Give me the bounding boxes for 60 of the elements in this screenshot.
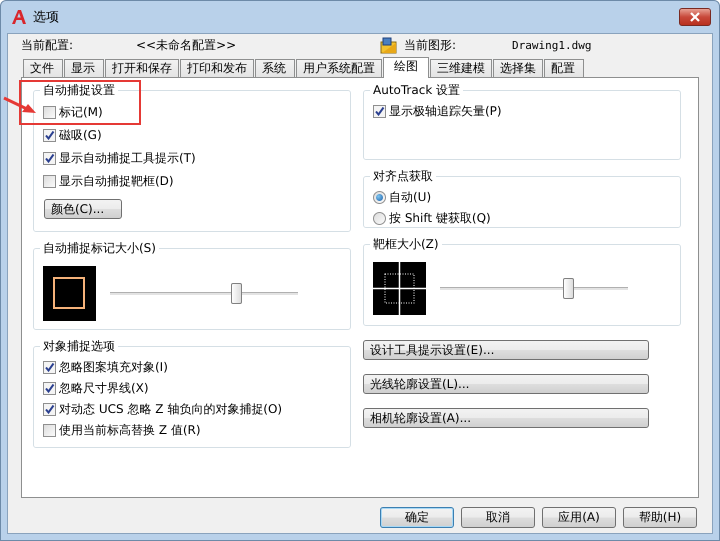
- radio-label[interactable]: 按 Shift 键获取(Q): [389, 210, 491, 227]
- group-title: 对齐点获取: [372, 168, 434, 185]
- checkbox-label[interactable]: 忽略尺寸界线(X): [59, 380, 149, 397]
- group-title: 自动捕捉标记大小(S): [42, 240, 157, 257]
- tab[interactable]: 打印和发布: [180, 59, 254, 77]
- radio-button[interactable]: [373, 212, 386, 225]
- dialog-button[interactable]: 应用(A): [542, 507, 616, 528]
- checkbox[interactable]: [43, 129, 56, 142]
- group-title: 自动捕捉设置: [42, 82, 116, 99]
- group-title: 对象捕捉选项: [42, 338, 116, 355]
- app-logo-icon: [11, 9, 27, 25]
- close-button[interactable]: [679, 8, 711, 26]
- window-title: 选项: [33, 9, 59, 26]
- checkbox-label[interactable]: 磁吸(G): [59, 127, 102, 144]
- tab[interactable]: 选择集: [493, 59, 543, 77]
- tab[interactable]: 系统: [255, 59, 295, 77]
- checkbox[interactable]: [43, 403, 56, 416]
- aperture-preview: [373, 262, 426, 315]
- profile-label: 当前配置:: [21, 36, 74, 54]
- tab[interactable]: 绘图: [383, 57, 429, 78]
- tab[interactable]: 显示: [64, 59, 104, 77]
- checkbox[interactable]: [43, 106, 56, 119]
- checkbox-label[interactable]: 显示自动捕捉靶框(D): [59, 173, 174, 190]
- radio-label[interactable]: 自动(U): [389, 189, 432, 206]
- dialog-button[interactable]: 取消: [461, 507, 535, 528]
- close-icon: [690, 12, 700, 22]
- checkbox[interactable]: [373, 105, 386, 118]
- checkbox-label[interactable]: 标记(M): [59, 104, 103, 121]
- checkbox[interactable]: [43, 424, 56, 437]
- tab[interactable]: 文件: [23, 59, 63, 77]
- radio-button[interactable]: [373, 191, 386, 204]
- checkbox-label[interactable]: 显示极轴追踪矢量(P): [389, 103, 502, 120]
- profile-value: <<未命名配置>>: [136, 36, 238, 54]
- settings-button[interactable]: 相机轮廓设置(A)...: [363, 408, 649, 428]
- tab[interactable]: 三维建模: [430, 59, 492, 77]
- settings-button[interactable]: 光线轮廓设置(L)...: [363, 374, 649, 394]
- dialog-button[interactable]: 确定: [380, 507, 454, 528]
- tab[interactable]: 用户系统配置: [296, 59, 382, 77]
- slider-thumb[interactable]: [230, 283, 242, 304]
- checkbox-label[interactable]: 忽略图案填充对象(I): [59, 359, 168, 376]
- drawing-label: 当前图形:: [404, 36, 458, 54]
- tab[interactable]: 打开和保存: [105, 59, 179, 77]
- checkbox[interactable]: [43, 152, 56, 165]
- checkbox[interactable]: [43, 361, 56, 374]
- checkbox-label[interactable]: 对动态 UCS 忽略 Z 轴负向的对象捕捉(O): [59, 401, 282, 418]
- checkbox[interactable]: [43, 175, 56, 188]
- checkbox-label[interactable]: 显示自动捕捉工具提示(T): [59, 150, 196, 167]
- arrow-icon: [3, 96, 37, 116]
- dialog-button[interactable]: 帮助(H): [623, 507, 697, 528]
- tab[interactable]: 配置: [544, 59, 584, 77]
- color-button[interactable]: 颜色(C)...: [44, 199, 122, 219]
- settings-button[interactable]: 设计工具提示设置(E)...: [363, 340, 649, 360]
- drawing-icon: [380, 36, 398, 54]
- checkbox[interactable]: [43, 382, 56, 395]
- slider-thumb[interactable]: [562, 278, 574, 299]
- drawing-value: Drawing1.dwg: [512, 38, 592, 52]
- checkbox-label[interactable]: 使用当前标高替换 Z 值(R): [59, 422, 201, 439]
- group-title: 靶框大小(Z): [372, 236, 440, 253]
- group-title: AutoTrack 设置: [372, 82, 462, 99]
- marker-preview: [43, 266, 96, 321]
